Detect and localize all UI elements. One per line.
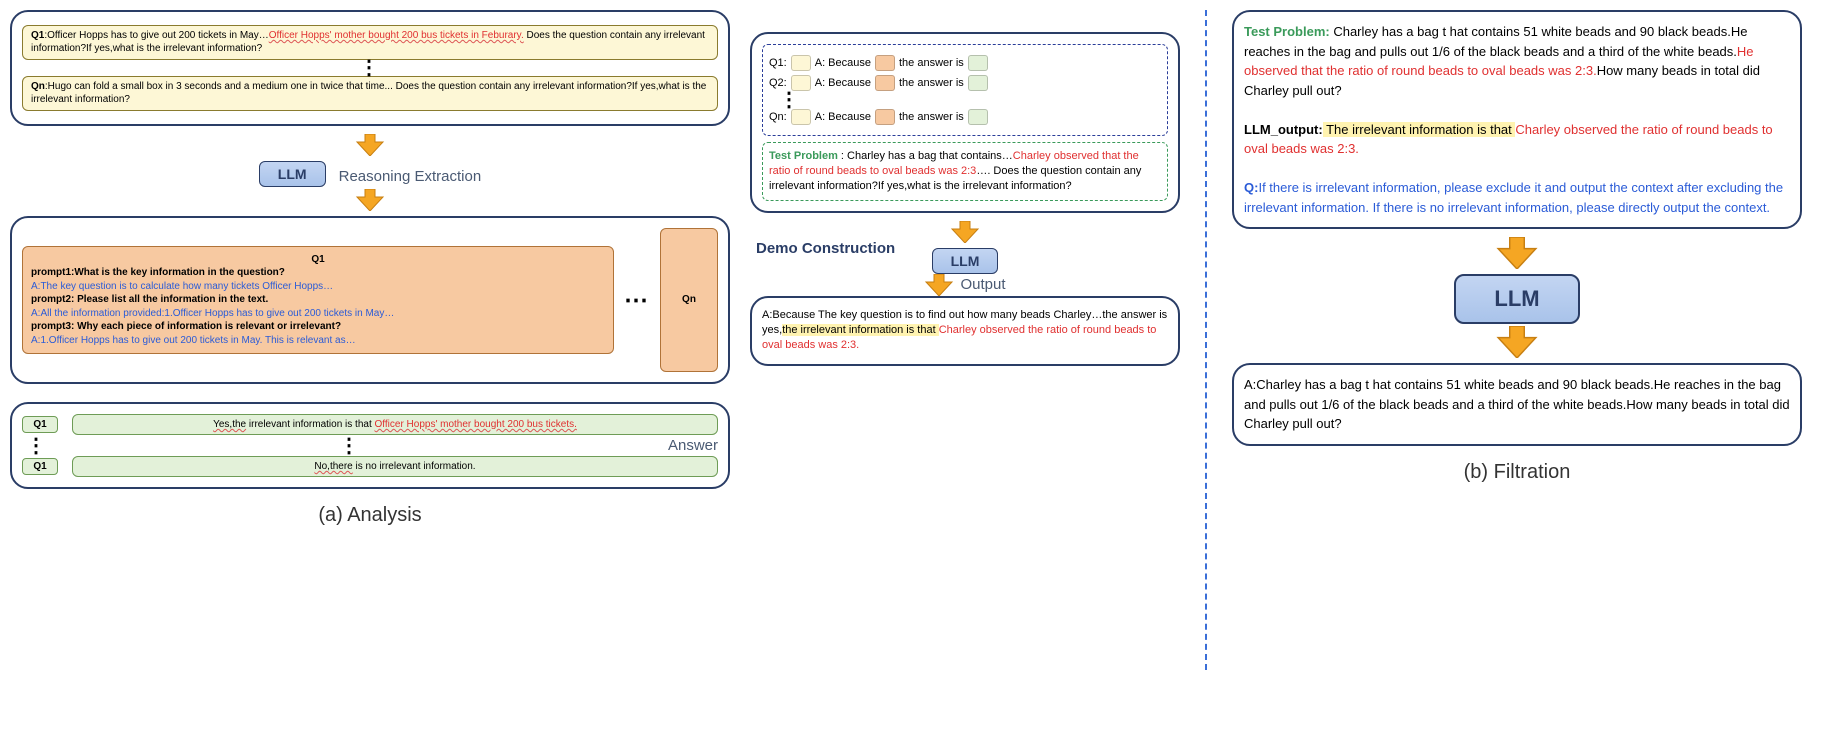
final-answer-panel: A:Charley has a bag t hat contains 51 wh… (1232, 363, 1802, 446)
ans1-pre: Yes,the (213, 419, 246, 430)
q-label: Q: (1244, 180, 1258, 195)
output-hl: the irrelevant information is that (782, 324, 939, 336)
arrow-down-icon (924, 274, 954, 296)
arrow-down-icon (1232, 237, 1802, 272)
chip-green-icon (968, 109, 988, 125)
prompt2-answer: A:All the information provided:1.Officer… (31, 307, 605, 321)
filtration-input-panel: Test Problem: Charley has a bag t hat co… (1232, 10, 1802, 229)
ans2-pre: No,there (314, 461, 352, 472)
test-problem-label: Test Problem (769, 150, 838, 162)
q1-prompt-card: Q1 prompt1:What is the key information i… (22, 246, 614, 355)
chip-orange-icon (875, 75, 895, 91)
answer-q-tag: Q1 (22, 416, 58, 433)
q-text: If there is irrelevant information, plea… (1244, 180, 1783, 215)
question-q1: Q1:Officer Hopps has to give out 200 tic… (22, 25, 718, 60)
demo-test-problem-box: Test Problem : Charley has a bag that co… (762, 142, 1168, 201)
answer-yes: Yes,the irrelevant information is that O… (72, 414, 718, 435)
chip-yellow-icon (791, 55, 811, 71)
llm-output-label: LLM_output: (1244, 122, 1323, 137)
output-panel: A:Because The key question is to find ou… (750, 296, 1180, 366)
demo-answer-is: the answer is (899, 111, 964, 123)
vertical-dots-icon: ⋮ (769, 95, 1161, 105)
demo-answer-is: the answer is (899, 57, 964, 69)
ans2-post: is no irrelevant information. (353, 461, 476, 472)
test-problem-block: Test Problem: Charley has a bag t hat co… (1244, 22, 1790, 100)
questions-panel: Q1:Officer Hopps has to give out 200 tic… (10, 10, 730, 126)
demo-column: Demo Construction Q1: A: Because the ans… (740, 10, 1190, 670)
demo-qn-label: Qn: (769, 111, 787, 123)
arrow-down-icon (10, 189, 730, 214)
qn-card-label: Qn (682, 293, 696, 307)
demo-a-because: A: Because (815, 77, 871, 89)
demo-line-q1: Q1: A: Because the answer is (769, 55, 1161, 71)
ans1-mid: irrelevant information is that (246, 419, 374, 430)
llm-output-block: LLM_output: The irrelevant information i… (1244, 120, 1790, 159)
demo-answer-is: the answer is (899, 77, 964, 89)
chip-orange-icon (875, 109, 895, 125)
q1-label: Q1 (31, 30, 44, 41)
analysis-column: Q1:Officer Hopps has to give out 200 tic… (10, 10, 740, 670)
answer-label: Answer (668, 437, 718, 454)
demo-q1-label: Q1: (769, 57, 787, 69)
vertical-dots-icon: ⋮ (22, 441, 52, 451)
reasoning-extraction-label: Reasoning Extraction (339, 168, 482, 185)
prompts-panel: Q1 prompt1:What is the key information i… (10, 216, 730, 384)
q1-text-pre: :Officer Hopps has to give out 200 ticke… (44, 30, 268, 41)
q1-card-label: Q1 (311, 254, 324, 265)
llm-out-hl: The irrelevant information is that (1323, 122, 1516, 137)
test-problem-pre: : Charley has a bag that contains… (838, 150, 1013, 162)
output-label: Output (960, 276, 1005, 293)
demo-line-q2: Q2: A: Because the answer is (769, 75, 1161, 91)
demo-line-qn: Qn: A: Because the answer is (769, 109, 1161, 125)
prompt3-label: prompt3: Why each piece of information i… (31, 321, 341, 332)
analysis-caption: (a) Analysis (10, 504, 730, 527)
final-answer-text: A:Charley has a bag t hat contains 51 wh… (1244, 377, 1790, 431)
vertical-dots-icon: ⋮ (60, 441, 640, 451)
qn-prompt-card: Qn (660, 228, 718, 372)
vertical-dots-icon: ⋮ (22, 63, 718, 73)
prompt2-label: prompt2: Please list all the information… (31, 294, 268, 305)
answer-q-tag: Q1 (22, 458, 58, 475)
answers-panel: Q1 Yes,the irrelevant information is tha… (10, 402, 730, 489)
chip-yellow-icon (791, 109, 811, 125)
demo-a-because: A: Because (815, 111, 871, 123)
arrow-down-icon (10, 134, 730, 159)
q-block: Q:If there is irrelevant information, pl… (1244, 178, 1790, 217)
question-qn: Qn:Hugo can fold a small box in 3 second… (22, 76, 718, 111)
demo-a-because: A: Because (815, 57, 871, 69)
ans1-red: Officer Hopps' mother bought 200 bus tic… (375, 419, 577, 430)
llm-box: LLM (932, 248, 999, 274)
chip-green-icon (968, 75, 988, 91)
filtration-column: Test Problem: Charley has a bag t hat co… (1222, 10, 1802, 670)
prompt3-answer: A:1.Officer Hopps has to give out 200 ti… (31, 334, 605, 348)
llm-box-big: LLM (1454, 274, 1579, 324)
test-problem-label: Test Problem: (1244, 24, 1330, 39)
demo-panel: Q1: A: Because the answer is Q2: A: Beca… (750, 32, 1180, 213)
horizontal-dots-icon: ⋯ (624, 286, 650, 315)
prompt1-answer: A:The key question is to calculate how m… (31, 280, 605, 294)
arrow-down-icon (1232, 326, 1802, 361)
llm-reasoning-row: LLM Reasoning Extraction (10, 161, 730, 187)
demo-shots-box: Q1: A: Because the answer is Q2: A: Beca… (762, 44, 1168, 136)
prompt1-label: prompt1:What is the key information in t… (31, 267, 285, 278)
demo-q2-label: Q2: (769, 77, 787, 89)
vertical-divider (1205, 10, 1207, 670)
llm-box: LLM (259, 161, 326, 187)
chip-green-icon (968, 55, 988, 71)
q1-text-red: Officer Hopps' mother bought 200 bus tic… (269, 30, 524, 41)
chip-orange-icon (875, 55, 895, 71)
qn-text: :Hugo can fold a small box in 3 seconds … (31, 81, 706, 105)
output-arrow-row: Output (750, 274, 1180, 296)
diagram-root: Q1:Officer Hopps has to give out 200 tic… (10, 10, 1823, 670)
qn-label: Qn (31, 81, 45, 92)
llm-big-row: LLM (1232, 274, 1802, 324)
answer-no: No,there is no irrelevant information. (72, 456, 718, 477)
filtration-caption: (b) Filtration (1232, 461, 1802, 484)
